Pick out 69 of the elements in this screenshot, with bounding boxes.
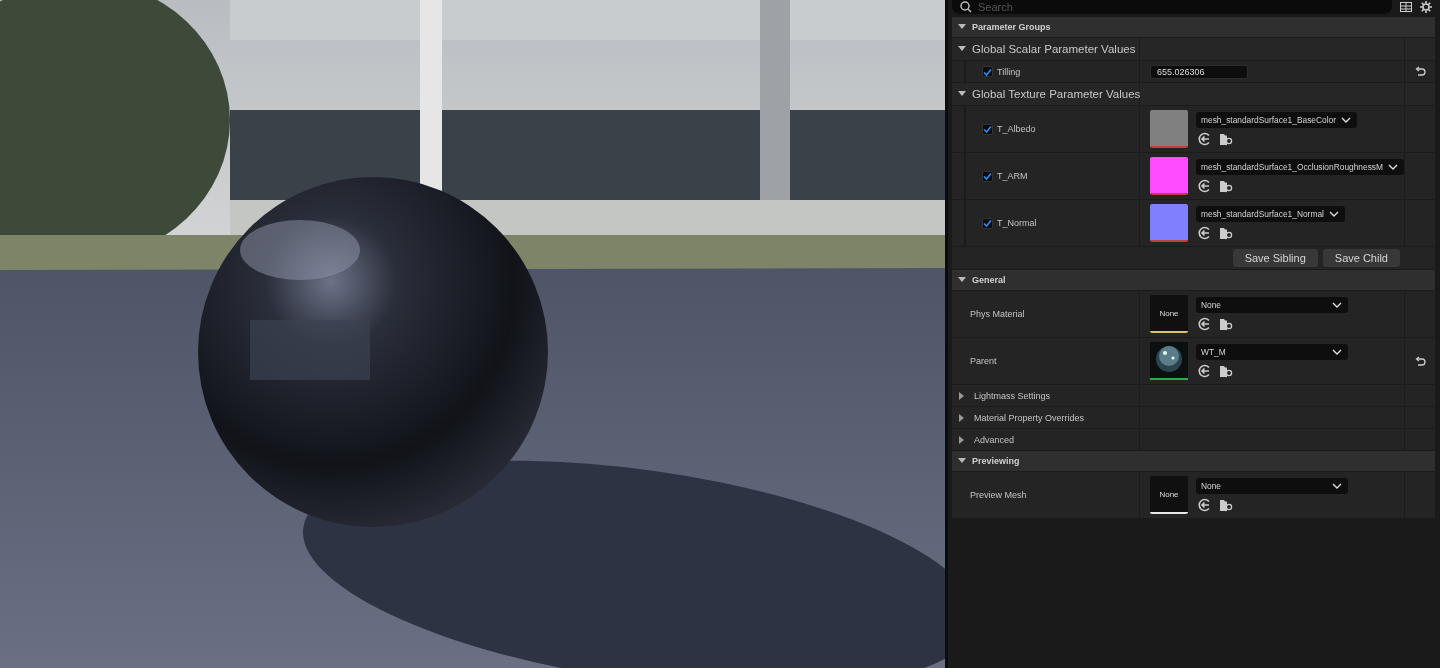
property-label: Phys Material [970, 309, 1025, 319]
chevron-down-icon [1328, 211, 1339, 217]
asset-thumbnail: None [1150, 476, 1188, 514]
property-label: Preview Mesh [970, 490, 1027, 500]
checkbox[interactable] [982, 123, 993, 135]
save-button[interactable]: Save Sibling [1232, 249, 1318, 267]
collapsed-triangle-icon[interactable] [958, 413, 966, 422]
collapsed-triangle-icon[interactable] [958, 391, 966, 400]
texture-dropdown[interactable]: mesh_standardSurface1_BaseColor [1196, 112, 1357, 128]
asset-thumbnail: None [1150, 295, 1188, 333]
parameter-label: T_Normal [997, 218, 1037, 228]
expanded-triangle-icon[interactable] [958, 457, 966, 465]
category-header-bar[interactable]: Parameter Groups [952, 17, 1435, 38]
checkmark-icon [983, 67, 992, 76]
subcategory-label[interactable]: Material Property Overrides [974, 412, 1085, 423]
asset-dropdown[interactable]: WT_M [1196, 344, 1348, 360]
browse-arrow-icon[interactable] [1198, 179, 1212, 193]
group-title: Global Scalar Parameter Values [972, 43, 1136, 55]
parameter-label: T_ARM [997, 171, 1028, 181]
chevron-down-icon [1332, 302, 1342, 308]
browse-arrow-icon[interactable] [1198, 364, 1212, 378]
reset-arrow-icon[interactable] [1414, 355, 1426, 367]
number-field[interactable]: 655.026306 [1150, 64, 1248, 79]
search-icon [960, 1, 972, 13]
subcategory-label[interactable]: Lightmass Settings [974, 390, 1051, 401]
settings-icon[interactable] [1420, 1, 1432, 13]
grid-view-icon[interactable] [1400, 2, 1412, 12]
group-title: Global Texture Parameter Values [972, 88, 1141, 100]
chevron-down-icon [1341, 117, 1351, 123]
texture-dropdown[interactable]: mesh_standardSurface1_OcclusionRoughnessM [1196, 159, 1405, 175]
checkbox[interactable] [982, 66, 993, 77]
expanded-triangle-icon[interactable] [958, 90, 966, 98]
save-button[interactable]: Save Child [1322, 249, 1400, 267]
subcategory-label[interactable]: Advanced [974, 434, 1015, 445]
browse-arrow-icon[interactable] [1198, 498, 1212, 512]
reset-arrow-icon[interactable] [1414, 66, 1426, 77]
chevron-down-icon [1332, 349, 1342, 355]
checkmark-icon [983, 125, 992, 133]
browse-arrow-icon[interactable] [1198, 317, 1212, 331]
checkbox[interactable] [982, 217, 993, 229]
expanded-triangle-icon[interactable] [958, 276, 966, 284]
category-header-bar[interactable]: General [952, 270, 1435, 291]
folder-search-icon[interactable] [1219, 498, 1233, 512]
category-title: Previewing [972, 456, 1020, 466]
category-header-bar[interactable]: Previewing [952, 451, 1435, 472]
checkbox[interactable] [982, 170, 993, 182]
property-label: Parent [970, 356, 997, 366]
parameter-label: Tilling [997, 66, 1021, 77]
collapsed-triangle-icon[interactable] [958, 435, 966, 444]
chevron-down-icon [1388, 164, 1399, 170]
folder-search-icon[interactable] [1219, 317, 1233, 331]
texture-dropdown[interactable]: mesh_standardSurface1_Normal [1196, 206, 1345, 222]
expanded-triangle-icon[interactable] [958, 45, 966, 53]
checkmark-icon [983, 172, 992, 180]
parameter-label: T_Albedo [997, 124, 1036, 134]
browse-arrow-icon[interactable] [1198, 132, 1212, 146]
folder-search-icon[interactable] [1219, 226, 1233, 240]
category-title: Parameter Groups [972, 22, 1051, 32]
chevron-down-icon [1332, 483, 1342, 489]
browse-arrow-icon[interactable] [1198, 226, 1212, 240]
folder-search-icon[interactable] [1219, 179, 1233, 193]
search-field[interactable]: Search [952, 0, 1392, 14]
folder-search-icon[interactable] [1219, 132, 1233, 146]
category-title: General [972, 275, 1006, 285]
asset-dropdown[interactable]: None [1196, 297, 1348, 313]
expanded-triangle-icon[interactable] [958, 23, 966, 31]
checkmark-icon [983, 219, 992, 227]
asset-dropdown[interactable]: None [1196, 478, 1348, 494]
folder-search-icon[interactable] [1219, 364, 1233, 378]
